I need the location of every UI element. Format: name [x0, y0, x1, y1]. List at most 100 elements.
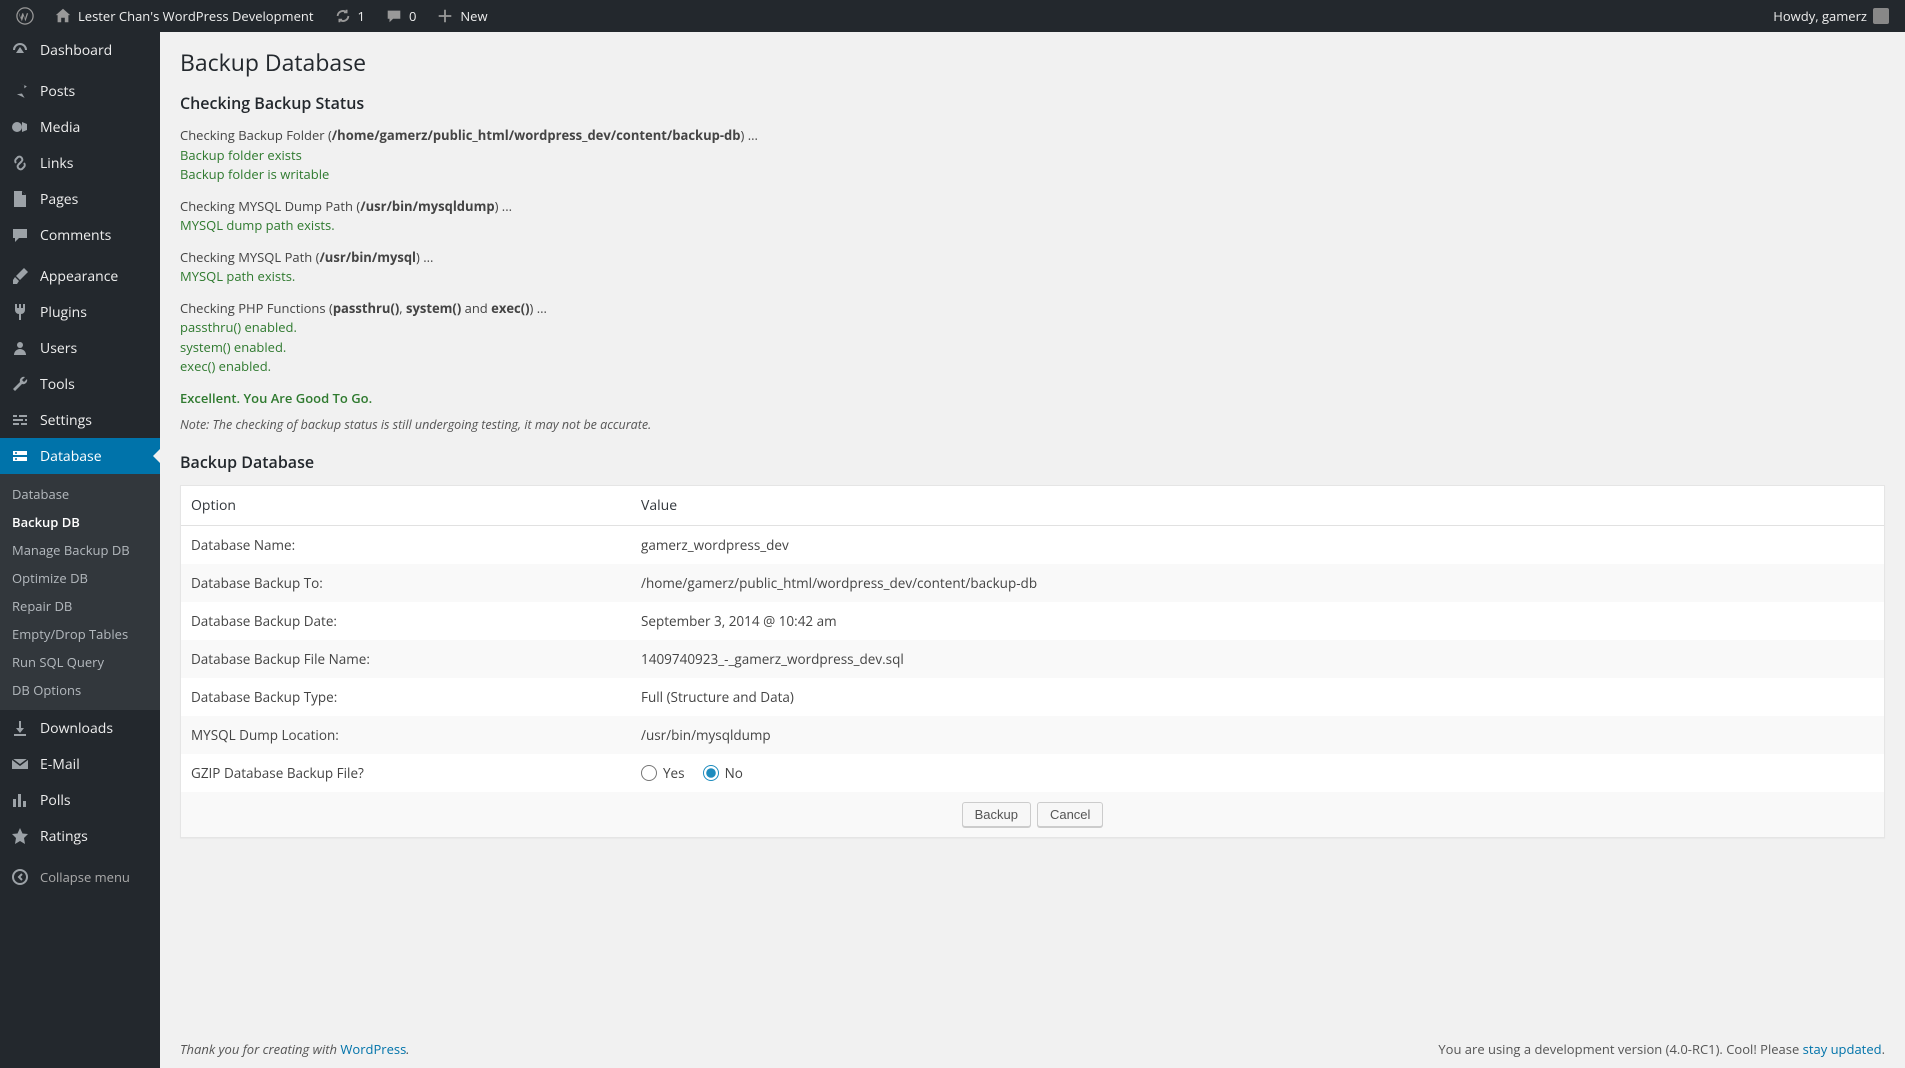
new-content-link[interactable]: New: [428, 0, 495, 32]
cancel-button[interactable]: Cancel: [1037, 802, 1103, 827]
sidebar-item-label: Polls: [40, 791, 71, 810]
sidebar-item-label: Media: [40, 118, 80, 137]
submenu-item-empty-drop[interactable]: Empty/Drop Tables: [0, 620, 160, 648]
submenu-item-repair-db[interactable]: Repair DB: [0, 592, 160, 620]
footer-right: You are using a development version (4.0…: [1438, 1040, 1885, 1058]
comment-icon: [385, 7, 403, 25]
comments-count: 0: [409, 7, 416, 25]
submenu-item-db-options[interactable]: DB Options: [0, 676, 160, 704]
option-value: 1409740923_-_gamerz_wordpress_dev.sql: [631, 640, 1884, 678]
option-name: MYSQL Dump Location:: [181, 716, 631, 754]
sidebar-item-email[interactable]: E-Mail: [0, 746, 160, 782]
table-row: Database Backup Type:Full (Structure and…: [181, 678, 1884, 716]
sidebar-item-plugins[interactable]: Plugins: [0, 294, 160, 330]
collapse-label: Collapse menu: [40, 868, 130, 886]
sidebar-item-label: Users: [40, 339, 77, 358]
sliders-icon: [10, 410, 30, 430]
check-header: Checking MYSQL Path (/usr/bin/mysql) ...: [180, 248, 1885, 268]
sidebar-item-appearance[interactable]: Appearance: [0, 258, 160, 294]
pin-icon: [10, 81, 30, 101]
admin-footer: Thank you for creating with WordPress. Y…: [180, 1030, 1885, 1068]
sidebar-item-label: Downloads: [40, 719, 113, 738]
admin-sidebar: Dashboard Posts Media Links Pages Commen…: [0, 32, 160, 1068]
stay-updated-link[interactable]: stay updated: [1803, 1040, 1882, 1058]
main-content: Backup Database Checking Backup Status C…: [160, 32, 1905, 1068]
submenu-item-optimize-db[interactable]: Optimize DB: [0, 564, 160, 592]
submenu-item-run-sql[interactable]: Run SQL Query: [0, 648, 160, 676]
mail-icon: [10, 754, 30, 774]
check-result: MYSQL path exists.: [180, 267, 1885, 287]
option-name: Database Backup To:: [181, 564, 631, 602]
submenu-item-database[interactable]: Database: [0, 480, 160, 508]
sidebar-item-dashboard[interactable]: Dashboard: [0, 32, 160, 68]
status-heading: Checking Backup Status: [180, 92, 1885, 114]
option-name: Database Backup Type:: [181, 678, 631, 716]
sidebar-item-comments[interactable]: Comments: [0, 217, 160, 253]
option-name: Database Name:: [181, 526, 631, 564]
backup-button[interactable]: Backup: [962, 802, 1031, 827]
table-row-buttons: BackupCancel: [181, 792, 1884, 837]
plus-icon: [436, 7, 454, 25]
check-result: Backup folder exists: [180, 146, 1885, 166]
users-icon: [10, 338, 30, 358]
sidebar-item-label: Ratings: [40, 827, 88, 846]
new-label: New: [460, 7, 487, 25]
wordpress-icon: [16, 7, 34, 25]
check-header: Checking Backup Folder (/home/gamerz/pub…: [180, 126, 1885, 146]
sidebar-item-links[interactable]: Links: [0, 145, 160, 181]
my-account-link[interactable]: Howdy, gamerz: [1765, 7, 1897, 25]
home-icon: [54, 7, 72, 25]
sidebar-item-media[interactable]: Media: [0, 109, 160, 145]
sidebar-item-label: Links: [40, 154, 73, 173]
database-icon: [10, 446, 30, 466]
check-result: passthru() enabled.: [180, 318, 1885, 338]
howdy-text: Howdy, gamerz: [1773, 7, 1867, 25]
database-submenu: Database Backup DB Manage Backup DB Opti…: [0, 474, 160, 710]
sidebar-item-tools[interactable]: Tools: [0, 366, 160, 402]
sidebar-item-label: Appearance: [40, 267, 118, 286]
collapse-menu[interactable]: Collapse menu: [0, 859, 160, 895]
check-php-header: Checking PHP Functions (passthru(), syst…: [180, 299, 1885, 319]
site-name-link[interactable]: Lester Chan's WordPress Development: [46, 0, 322, 32]
table-row: Database Name:gamerz_wordpress_dev: [181, 526, 1884, 564]
gzip-yes-radio[interactable]: [641, 765, 657, 781]
table-row-gzip: GZIP Database Backup File? Yes No: [181, 754, 1884, 792]
sidebar-item-posts[interactable]: Posts: [0, 73, 160, 109]
form-heading: Backup Database: [180, 451, 1885, 473]
submenu-item-manage-backup[interactable]: Manage Backup DB: [0, 536, 160, 564]
wordpress-link[interactable]: WordPress: [340, 1040, 406, 1058]
sidebar-item-label: Plugins: [40, 303, 87, 322]
check-block: Checking Backup Folder (/home/gamerz/pub…: [180, 126, 1885, 185]
comments-link[interactable]: 0: [377, 0, 424, 32]
sidebar-item-pages[interactable]: Pages: [0, 181, 160, 217]
status-note: Note: The checking of backup status is s…: [180, 416, 1885, 433]
sidebar-item-database[interactable]: Database: [0, 438, 160, 474]
sidebar-item-label: Dashboard: [40, 41, 112, 60]
sidebar-item-label: Database: [40, 447, 102, 466]
updates-link[interactable]: 1: [326, 0, 373, 32]
updates-count: 1: [358, 7, 365, 25]
brush-icon: [10, 266, 30, 286]
comment-icon: [10, 225, 30, 245]
sidebar-item-label: Settings: [40, 411, 92, 430]
submenu-item-backup-db[interactable]: Backup DB: [0, 508, 160, 536]
sidebar-item-users[interactable]: Users: [0, 330, 160, 366]
gzip-yes-label[interactable]: Yes: [641, 764, 685, 782]
check-result: exec() enabled.: [180, 357, 1885, 377]
site-title: Lester Chan's WordPress Development: [78, 7, 314, 25]
option-value: Full (Structure and Data): [631, 678, 1884, 716]
collapse-icon: [10, 867, 30, 887]
gzip-no-label[interactable]: No: [703, 764, 743, 782]
option-value: gamerz_wordpress_dev: [631, 526, 1884, 564]
option-name: Database Backup File Name:: [181, 640, 631, 678]
gzip-no-radio[interactable]: [703, 765, 719, 781]
sidebar-item-polls[interactable]: Polls: [0, 782, 160, 818]
sidebar-item-ratings[interactable]: Ratings: [0, 818, 160, 854]
sidebar-item-downloads[interactable]: Downloads: [0, 710, 160, 746]
check-result: Backup folder is writable: [180, 165, 1885, 185]
sidebar-item-settings[interactable]: Settings: [0, 402, 160, 438]
sidebar-item-label: E-Mail: [40, 755, 80, 774]
wp-logo[interactable]: [8, 0, 42, 32]
dashboard-icon: [10, 40, 30, 60]
page-icon: [10, 189, 30, 209]
